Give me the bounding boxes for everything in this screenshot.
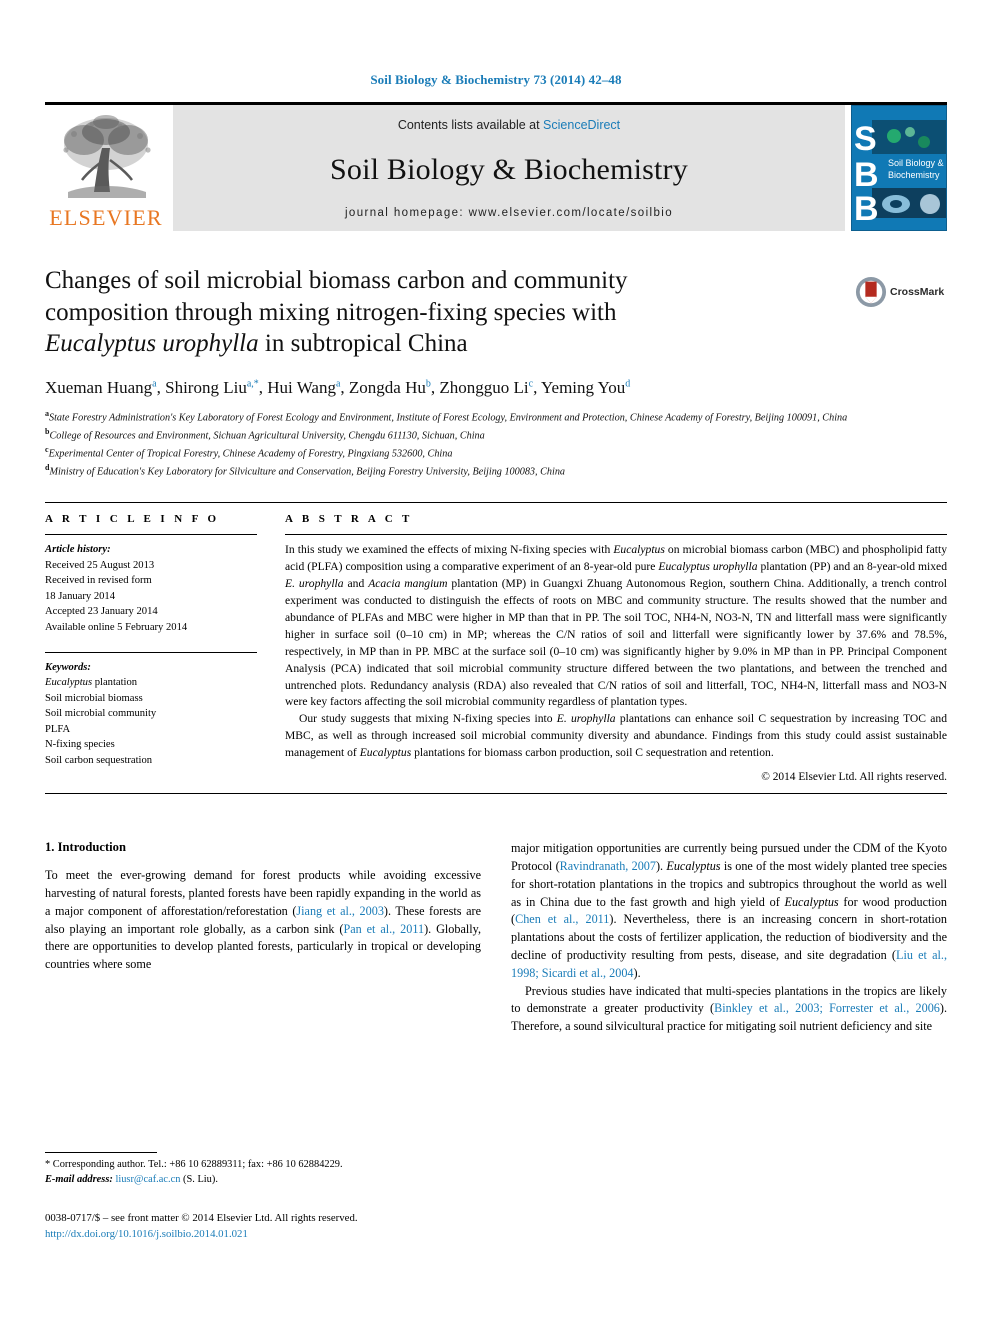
keyword-item: N-fixing species xyxy=(45,739,115,751)
body-column-right: major mitigation opportunities are curre… xyxy=(511,840,947,1036)
abstract-heading: A B S T R A C T xyxy=(285,513,413,526)
corresponding-author-text: * Corresponding author. Tel.: +86 10 628… xyxy=(45,1159,343,1170)
divider xyxy=(45,651,257,653)
svg-text:Soil Biology &: Soil Biology & xyxy=(888,158,944,168)
doi-link[interactable]: http://dx.doi.org/10.1016/j.soilbio.2014… xyxy=(45,1228,248,1240)
section-title-introduction: 1. Introduction xyxy=(45,840,126,855)
intro-paragraph-left: To meet the ever-growing demand for fore… xyxy=(45,868,481,972)
affiliation-d: dMinistry of Education's Key Laboratory … xyxy=(45,463,566,478)
history-item: 18 January 2014 xyxy=(45,590,116,602)
footnote-area: * Corresponding author. Tel.: +86 10 628… xyxy=(45,1152,465,1188)
email-link[interactable]: liusr@caf.ac.cn xyxy=(115,1174,180,1185)
divider xyxy=(285,534,947,536)
keyword-item: Soil microbial community xyxy=(45,708,157,720)
keyword-item: Soil microbial biomass xyxy=(45,692,143,704)
keywords-label: Keywords: xyxy=(45,661,91,673)
article-info-column: A R T I C L E I N F O Article history: R… xyxy=(45,513,285,783)
affiliation-b-text: College of Resources and Environment, Si… xyxy=(49,430,485,442)
sciencedirect-link[interactable]: ScienceDirect xyxy=(543,118,620,132)
keyword-item: Eucalyptus plantation xyxy=(45,677,138,689)
email-label: E-mail address: xyxy=(45,1173,113,1185)
article-history: Article history: Received 25 August 2013… xyxy=(45,542,257,635)
journal-masthead: ELSEVIER Contents lists available at Sci… xyxy=(45,102,947,231)
title-line-2: composition through mixing nitrogen-fixi… xyxy=(45,298,617,326)
intro-paragraph-right-2: Previous studies have indicated that mul… xyxy=(511,983,947,1034)
intro-paragraph-right-1: major mitigation opportunities are curre… xyxy=(511,841,948,980)
article-history-label: Article history: xyxy=(45,544,111,556)
affiliation-c-text: Experimental Center of Tropical Forestry… xyxy=(48,448,453,460)
citation-link[interactable]: Jiang et al., 2003 xyxy=(296,904,384,918)
svg-text:B: B xyxy=(854,190,879,228)
abstract-body: In this study we examined the effects of… xyxy=(285,542,947,762)
running-head: Soil Biology & Biochemistry 73 (2014) 42… xyxy=(370,72,622,87)
affil-marker: c xyxy=(528,377,534,389)
contents-prefix: Contents lists available at xyxy=(397,118,544,132)
affiliation-c: cExperimental Center of Tropical Forestr… xyxy=(45,444,453,460)
keywords-block: Keywords: Eucalyptus plantation Soil mic… xyxy=(45,651,257,769)
divider xyxy=(45,793,947,795)
history-item: Available online 5 February 2014 xyxy=(45,622,188,633)
abstract-copyright: © 2014 Elsevier Ltd. All rights reserved… xyxy=(761,771,947,784)
affil-marker: d xyxy=(625,377,631,389)
divider xyxy=(45,534,257,536)
elsevier-tree-icon xyxy=(54,114,158,206)
info-abstract-region: A R T I C L E I N F O Article history: R… xyxy=(45,502,947,783)
footer-meta: 0038-0717/$ – see front matter © 2014 El… xyxy=(45,1210,505,1242)
affiliations-block: aState Forestry Administration's Key Lab… xyxy=(45,408,947,481)
article-info-heading: A R T I C L E I N F O xyxy=(45,513,220,526)
journal-title: Soil Biology & Biochemistry xyxy=(330,152,688,186)
body-column-left: 1. Introduction To meet the ever-growing… xyxy=(45,840,481,1036)
issn-copyright-line: 0038-0717/$ – see front matter © 2014 El… xyxy=(45,1212,358,1224)
crossmark-label: CrossMark xyxy=(890,286,945,298)
email-owner: (S. Liu). xyxy=(180,1173,218,1185)
body-columns: 1. Introduction To meet the ever-growing… xyxy=(45,840,947,1036)
abstract-paragraph-1: In this study we examined the effects of… xyxy=(285,543,947,709)
contents-available-line: Contents lists available at ScienceDirec… xyxy=(398,118,620,132)
article-page: Soil Biology & Biochemistry 73 (2014) 42… xyxy=(0,0,992,1323)
email-line: E-mail address: liusr@caf.ac.cn (S. Liu)… xyxy=(45,1173,465,1188)
history-item: Received in revised form xyxy=(45,575,152,587)
citation-link[interactable]: Chen et al., 2011 xyxy=(515,912,609,926)
affil-marker: a xyxy=(152,377,157,389)
affil-marker: b xyxy=(425,377,431,389)
crossmark-badge[interactable]: CrossMark xyxy=(855,267,947,317)
abstract-paragraph-2: Our study suggests that mixing N-fixing … xyxy=(285,712,947,760)
svg-text:S: S xyxy=(854,120,877,158)
svg-text:Biochemistry: Biochemistry xyxy=(888,170,940,180)
title-line-3-rest: in subtropical China xyxy=(258,330,468,357)
journal-cover-thumbnail: S B B Soil Biology & Biochemistry xyxy=(851,105,947,231)
citation-link[interactable]: Ravindranath, 2007 xyxy=(560,859,656,873)
citation-link[interactable]: Binkley et al., 2003; Forrester et al., … xyxy=(714,1001,940,1015)
affiliation-b: bCollege of Resources and Environment, S… xyxy=(45,426,485,442)
title-line-1: Changes of soil microbial biomass carbon… xyxy=(45,267,628,294)
history-item: Received 25 August 2013 xyxy=(45,559,155,571)
history-item: Accepted 23 January 2014 xyxy=(45,606,158,618)
crossmark-icon xyxy=(855,276,887,308)
citation-link[interactable]: Pan et al., 2011 xyxy=(343,922,424,936)
elsevier-wordmark: ELSEVIER xyxy=(49,205,163,230)
author-list: Xueman Huanga, Shirong Liua,*, Hui Wanga… xyxy=(45,377,631,397)
title-area: Changes of soil microbial biomass carbon… xyxy=(45,265,947,360)
footnote-rule xyxy=(45,1152,157,1153)
affiliation-a-text: State Forestry Administration's Key Labo… xyxy=(49,411,848,423)
journal-band: Contents lists available at ScienceDirec… xyxy=(173,105,845,231)
corresponding-author-note: * Corresponding author. Tel.: +86 10 628… xyxy=(45,1158,465,1188)
journal-homepage-link[interactable]: journal homepage: www.elsevier.com/locat… xyxy=(345,207,673,219)
affil-marker: a,* xyxy=(246,377,259,389)
title-species-italic: Eucalyptus urophylla xyxy=(45,330,259,357)
keyword-item: Soil carbon sequestration xyxy=(45,754,153,766)
elsevier-logo: ELSEVIER xyxy=(45,105,167,231)
affil-marker: a xyxy=(335,377,341,389)
abstract-column: A B S T R A C T In this study we examine… xyxy=(285,513,947,783)
page-title: Changes of soil microbial biomass carbon… xyxy=(45,265,845,360)
svg-text:B: B xyxy=(854,156,879,194)
affiliation-a: aState Forestry Administration's Key Lab… xyxy=(45,408,848,423)
affiliation-d-text: Ministry of Education's Key Laboratory f… xyxy=(49,466,566,478)
keyword-item: PLFA xyxy=(45,723,71,735)
